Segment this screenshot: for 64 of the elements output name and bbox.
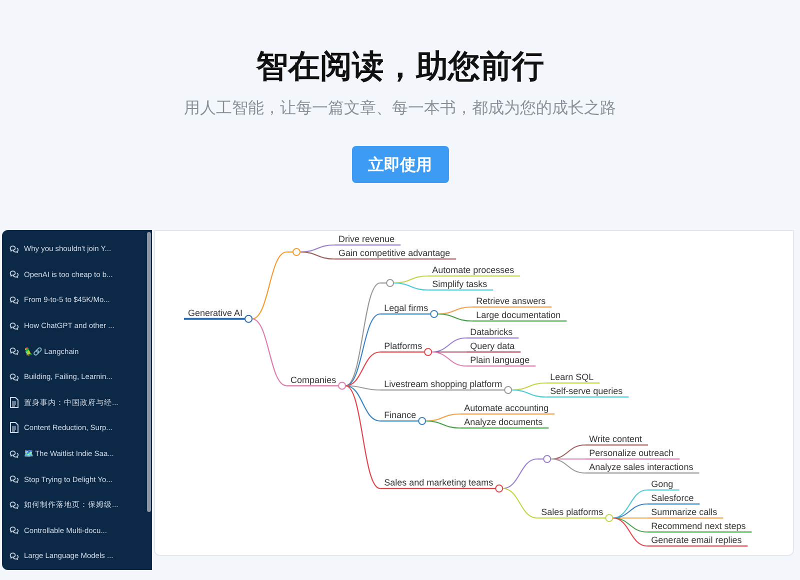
scrollbar[interactable] (147, 232, 151, 512)
document-icon (9, 422, 19, 434)
collapse-handle[interactable] (386, 279, 394, 287)
node-label: Automate accounting (464, 403, 549, 413)
node-label: Legal firms (384, 303, 428, 313)
node-label: Simplify tasks (432, 279, 488, 289)
node-label: Summarize calls (651, 507, 718, 517)
chat-bubbles-icon (9, 550, 19, 561)
connector-line (300, 251, 335, 260)
collapse-handle[interactable] (292, 248, 301, 256)
collapse-handle[interactable] (504, 386, 512, 394)
node-label: Analyze sales interactions (589, 462, 694, 472)
node-label: Self-serve queries (550, 386, 623, 396)
connector-line (252, 251, 287, 320)
collapse-handle[interactable] (543, 455, 552, 463)
node-label: Sales platforms (541, 507, 604, 517)
node-label: Query data (470, 341, 515, 351)
node-label: Sales and marketing teams (384, 478, 494, 488)
collapse-handle[interactable] (495, 484, 504, 492)
connector-line (438, 313, 472, 322)
chat-bubbles-icon (9, 346, 19, 356)
node-label: Generate email replies (651, 535, 742, 545)
connector-line (502, 488, 538, 519)
node-label: Learn SQL (550, 372, 594, 382)
node-label: Gong (651, 479, 674, 489)
chat-bubbles-icon (9, 474, 19, 484)
node-label: Automate processes (432, 265, 514, 275)
node-label: Drive revenue (338, 234, 395, 244)
node-label: Recommend next steps (651, 521, 746, 531)
node-label: Analyze documents (464, 417, 543, 427)
chat-bubbles-icon (9, 372, 19, 382)
connector-line (512, 389, 546, 398)
connector-line (426, 420, 460, 429)
node-label: Generative AI (188, 308, 243, 318)
node-label: Gain competitive advantage (338, 248, 450, 258)
chat-bubbles-icon (9, 448, 19, 459)
document-icon (9, 396, 19, 408)
chat-bubbles-icon (9, 320, 19, 331)
connector-line (502, 458, 538, 490)
node-label: Databricks (470, 327, 513, 337)
node-label: Write content (589, 434, 642, 444)
hero-title: 智在阅读，助您前行 (256, 46, 544, 86)
chat-bubbles-icon (9, 525, 19, 536)
connector-line (394, 282, 428, 291)
node-label: Salesforce (651, 493, 694, 503)
chat-bubbles-icon (9, 500, 19, 510)
collapse-handle[interactable] (338, 382, 346, 390)
node-label: Personalize outreach (589, 448, 674, 458)
chat-bubbles-icon (9, 244, 19, 254)
node-label: Retrieve answers (476, 296, 546, 306)
node-label: Companies (290, 374, 336, 385)
collapse-handle[interactable] (424, 348, 432, 356)
node-label: Large documentation (476, 310, 561, 320)
collapse-handle[interactable] (430, 310, 438, 318)
node-label: Livestream shopping platform (384, 379, 502, 389)
node-label: Platforms (384, 341, 422, 351)
node-label: Plain language (470, 355, 530, 365)
chat-bubbles-icon (9, 269, 19, 280)
hero-subtitle: 用人工智能，让每一篇文章、每一本书，都成为您的成长之路 (184, 97, 616, 119)
collapse-handle[interactable] (418, 417, 426, 425)
connector-line (252, 318, 287, 386)
chat-bubbles-icon (9, 294, 19, 305)
node-label: Finance (384, 410, 416, 420)
collapse-handle[interactable] (244, 314, 253, 323)
